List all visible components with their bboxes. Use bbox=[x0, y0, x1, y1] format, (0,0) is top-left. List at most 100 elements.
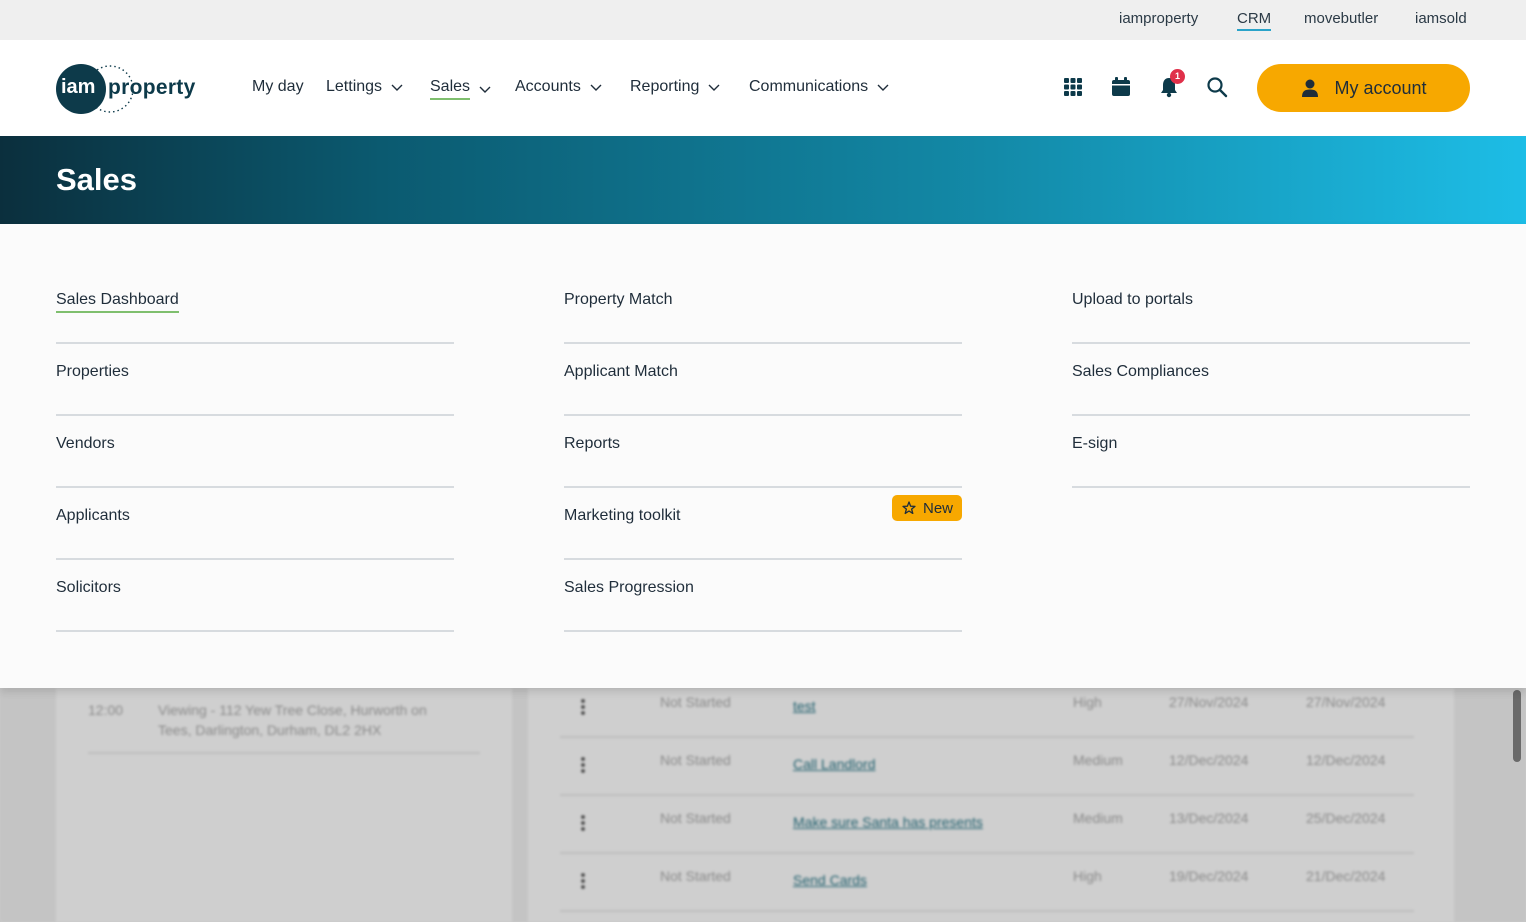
chevron-down-icon bbox=[479, 86, 491, 93]
logo-word: property bbox=[108, 76, 196, 99]
menu-item-label: Sales Dashboard bbox=[56, 291, 179, 313]
task-priority: Medium bbox=[1073, 810, 1123, 826]
nav-label: Sales bbox=[430, 78, 471, 100]
sparkle-star-icon bbox=[902, 501, 916, 515]
task-status: Not Started bbox=[660, 694, 731, 710]
task-status: Not Started bbox=[660, 868, 731, 884]
main-header: iam property My day Lettings Sales Accou… bbox=[0, 40, 1526, 136]
event-line1: Viewing - 112 Yew Tree Close, Hurworth o… bbox=[158, 702, 427, 718]
kebab-menu-icon[interactable] bbox=[581, 872, 585, 890]
top-utility-bar: iamproperty CRM movebutler iamsold bbox=[0, 0, 1526, 40]
task-priority: High bbox=[1073, 694, 1102, 710]
menu-item-sales-dashboard[interactable]: Sales Dashboard bbox=[56, 272, 454, 344]
nav-communications[interactable]: Communications bbox=[749, 78, 890, 96]
task-priority: High bbox=[1073, 868, 1102, 884]
notification-badge: 1 bbox=[1170, 69, 1185, 84]
menu-item-label: Applicant Match bbox=[564, 363, 678, 380]
task-title-link[interactable]: Make sure Santa has presents bbox=[793, 814, 983, 830]
topbar-link-movebutler[interactable]: movebutler bbox=[1304, 10, 1378, 27]
page-scrollbar[interactable] bbox=[1513, 690, 1521, 762]
logo-mark: iam bbox=[61, 76, 96, 98]
menu-item-label: Marketing toolkit bbox=[564, 507, 681, 524]
my-account-button[interactable]: My account bbox=[1257, 64, 1470, 112]
nav-lettings[interactable]: Lettings bbox=[326, 78, 404, 96]
divider bbox=[560, 852, 1414, 854]
nav-reporting[interactable]: Reporting bbox=[630, 78, 721, 96]
menu-item-label: Property Match bbox=[564, 291, 673, 308]
menu-item-properties[interactable]: Properties bbox=[56, 344, 454, 416]
menu-item-label: Sales Progression bbox=[564, 579, 694, 596]
task-due-date: 25/Dec/2024 bbox=[1306, 810, 1386, 826]
task-title-link[interactable]: Send Cards bbox=[793, 872, 867, 888]
menu-item-label: Properties bbox=[56, 363, 129, 380]
section-banner: Sales bbox=[0, 136, 1526, 224]
menu-item-solicitors[interactable]: Solicitors bbox=[56, 560, 454, 632]
menu-item-reports[interactable]: Reports bbox=[564, 416, 962, 488]
chevron-down-icon bbox=[877, 84, 889, 91]
menu-item-label: Upload to portals bbox=[1072, 291, 1193, 308]
task-start-date: 27/Nov/2024 bbox=[1169, 694, 1249, 710]
topbar-link-iamsold[interactable]: iamsold bbox=[1415, 10, 1467, 27]
nav-sales[interactable]: Sales bbox=[430, 78, 492, 100]
task-due-date: 27/Nov/2024 bbox=[1306, 694, 1386, 710]
menu-item-upload-to-portals[interactable]: Upload to portals bbox=[1072, 272, 1470, 344]
task-title-link[interactable]: Call Landlord bbox=[793, 756, 876, 772]
nav-label: Reporting bbox=[630, 78, 700, 95]
menu-item-label: Applicants bbox=[56, 507, 130, 524]
event-time: 12:00 bbox=[88, 702, 124, 718]
task-due-date: 21/Dec/2024 bbox=[1306, 868, 1386, 884]
search-icon[interactable] bbox=[1206, 76, 1228, 98]
divider bbox=[560, 794, 1414, 796]
chevron-down-icon bbox=[590, 84, 602, 91]
menu-item-marketing-toolkit[interactable]: Marketing toolkit New bbox=[564, 488, 962, 560]
menu-item-vendors[interactable]: Vendors bbox=[56, 416, 454, 488]
menu-column-2: Property Match Applicant Match Reports M… bbox=[564, 272, 962, 632]
task-due-date: 12/Dec/2024 bbox=[1306, 752, 1386, 768]
divider bbox=[560, 736, 1414, 738]
kebab-menu-icon[interactable] bbox=[581, 756, 585, 774]
nav-label: Communications bbox=[749, 78, 869, 95]
event-line2: Tees, Darlington, Durham, DL2 2HX bbox=[158, 722, 382, 738]
nav-my-day[interactable]: My day bbox=[252, 78, 304, 96]
nav-label: My day bbox=[252, 78, 304, 95]
menu-item-label: Reports bbox=[564, 435, 621, 452]
divider bbox=[560, 910, 1414, 912]
menu-item-label: E-sign bbox=[1072, 435, 1118, 452]
task-title-link[interactable]: test bbox=[793, 698, 816, 714]
menu-column-1: Sales Dashboard Properties Vendors Appli… bbox=[56, 272, 454, 632]
chevron-down-icon bbox=[391, 84, 403, 91]
task-start-date: 19/Dec/2024 bbox=[1169, 868, 1249, 884]
menu-item-sales-compliances[interactable]: Sales Compliances bbox=[1072, 344, 1470, 416]
kebab-menu-icon[interactable] bbox=[581, 698, 585, 716]
task-start-date: 12/Dec/2024 bbox=[1169, 752, 1249, 768]
apps-grid-icon[interactable] bbox=[1062, 76, 1084, 98]
menu-item-property-match[interactable]: Property Match bbox=[564, 272, 962, 344]
nav-label: Accounts bbox=[515, 78, 581, 95]
my-account-label: My account bbox=[1334, 77, 1427, 98]
nav-accounts[interactable]: Accounts bbox=[515, 78, 603, 96]
kebab-menu-icon[interactable] bbox=[581, 814, 585, 832]
iamproperty-logo[interactable]: iam property bbox=[56, 64, 206, 114]
page-title: Sales bbox=[56, 162, 138, 197]
task-start-date: 13/Dec/2024 bbox=[1169, 810, 1249, 826]
task-status: Not Started bbox=[660, 752, 731, 768]
task-status: Not Started bbox=[660, 810, 731, 826]
calendar-icon[interactable] bbox=[1110, 76, 1132, 98]
tasks-card bbox=[528, 688, 1454, 922]
menu-item-sales-progression[interactable]: Sales Progression bbox=[564, 560, 962, 632]
nav-label: Lettings bbox=[326, 78, 383, 95]
sales-mega-menu: Sales Dashboard Properties Vendors Appli… bbox=[0, 224, 1526, 688]
chevron-down-icon bbox=[708, 84, 720, 91]
topbar-link-iamproperty[interactable]: iamproperty bbox=[1119, 10, 1198, 27]
user-icon bbox=[1302, 79, 1319, 97]
background-dashboard: 12:00 Viewing - 112 Yew Tree Close, Hurw… bbox=[0, 688, 1526, 922]
new-badge-label: New bbox=[922, 499, 953, 517]
menu-item-label: Sales Compliances bbox=[1072, 363, 1209, 380]
menu-column-3: Upload to portals Sales Compliances E-si… bbox=[1072, 272, 1470, 488]
menu-item-applicants[interactable]: Applicants bbox=[56, 488, 454, 560]
divider bbox=[88, 752, 480, 754]
topbar-link-crm[interactable]: CRM bbox=[1237, 10, 1272, 31]
menu-item-applicant-match[interactable]: Applicant Match bbox=[564, 344, 962, 416]
menu-item-label: Vendors bbox=[56, 435, 115, 452]
menu-item-e-sign[interactable]: E-sign bbox=[1072, 416, 1470, 488]
